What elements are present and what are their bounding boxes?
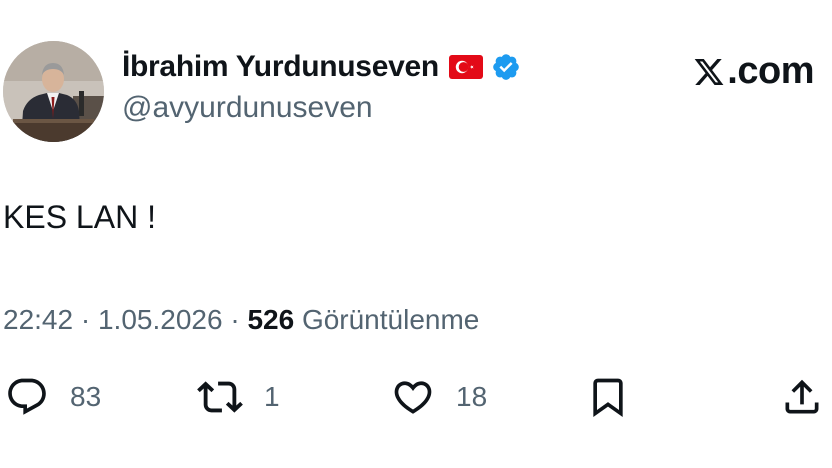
tweet-date[interactable]: 1.05.2026: [98, 304, 223, 335]
action-bar: 83 1 18: [0, 372, 832, 422]
retweet-count: 1: [264, 381, 280, 412]
retweet-button[interactable]: 1: [196, 372, 280, 422]
bookmark-icon: [585, 375, 631, 419]
views-count: 526: [247, 304, 295, 335]
reply-count: 83: [70, 381, 102, 412]
verified-badge-icon: [483, 52, 521, 82]
reply-button[interactable]: 83: [4, 372, 101, 422]
meta-separator: ·: [80, 304, 98, 335]
tweet-text: KES LAN !: [3, 199, 156, 235]
reply-icon: [4, 375, 50, 419]
like-button[interactable]: 18: [390, 372, 487, 422]
avatar[interactable]: [3, 41, 104, 142]
share-button[interactable]: [779, 372, 825, 422]
author-name-row: İbrahim Yurdunuseven: [122, 47, 521, 87]
brand-domain: .com: [727, 50, 814, 92]
share-icon: [779, 375, 825, 419]
bookmark-button[interactable]: [585, 372, 631, 422]
like-count: 18: [456, 381, 488, 412]
x-logo-icon: [692, 56, 727, 88]
views-label: Görüntülenme: [301, 304, 480, 335]
tweet-meta: 22:42 · 1.05.2026 · 526 Görüntülenme: [3, 304, 479, 336]
author-handle[interactable]: @avyurdunuseven: [122, 91, 373, 125]
meta-separator: ·: [230, 304, 248, 335]
retweet-icon: [196, 374, 244, 420]
turkey-flag-icon: [439, 55, 483, 79]
tweet-time[interactable]: 22:42: [3, 304, 73, 335]
like-icon: [390, 375, 436, 419]
x-com-brand: .com: [692, 50, 814, 93]
avatar-photo: [3, 41, 104, 142]
author-display-name[interactable]: İbrahim Yurdunuseven: [122, 50, 439, 84]
